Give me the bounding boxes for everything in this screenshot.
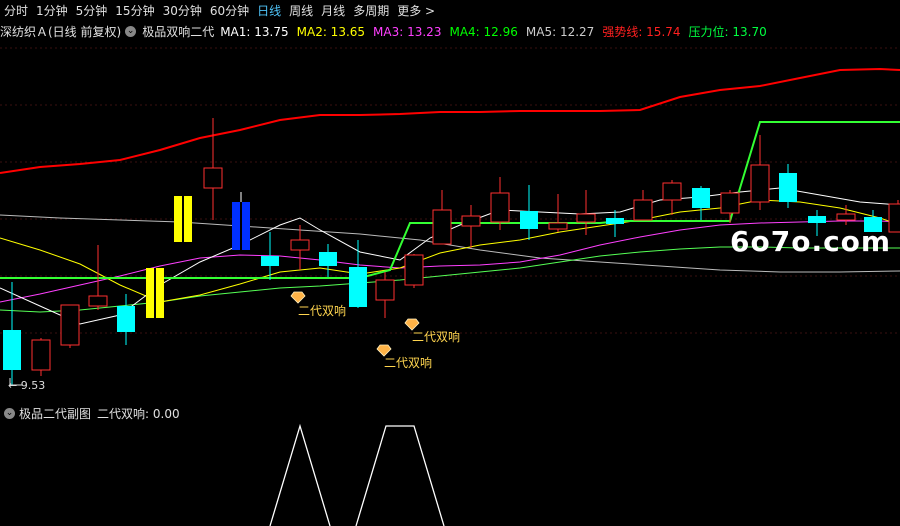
low-price-label: ← 9.53 <box>8 379 46 392</box>
candle-body <box>576 213 596 223</box>
signal-spike <box>269 423 331 526</box>
candle-body <box>290 239 310 251</box>
indicator-info-bar: 深纺织Ａ(日线 前复权) ⌄ 极品双响二代 MA1: 13.75 MA2: 13.… <box>0 22 900 40</box>
candle-body <box>203 167 223 189</box>
tab-7[interactable]: 周线 <box>285 2 317 19</box>
indicator-values: MA1: 13.75 MA2: 13.65 MA3: 13.23 MA4: 12.96… <box>220 23 775 40</box>
indicator-value-6: 压力位: 13.70 <box>688 24 767 39</box>
low-price-value: 9.53 <box>20 379 46 392</box>
candlestick-chart[interactable] <box>0 40 900 402</box>
candle-body <box>404 254 424 286</box>
candle-body <box>606 218 624 224</box>
indicator-value-1: MA2: 13.65 <box>296 24 366 39</box>
candle-body <box>3 330 21 370</box>
indicator-value-4: MA5: 12.27 <box>525 24 595 39</box>
tab-0[interactable]: 分时 <box>0 2 32 19</box>
candle-body <box>548 222 568 230</box>
indicator-value-0: MA1: 13.75 <box>220 24 289 39</box>
tab-8[interactable]: 月线 <box>317 2 349 19</box>
candle-body <box>31 339 51 371</box>
tab-3[interactable]: 15分钟 <box>111 2 158 19</box>
tab-4[interactable]: 30分钟 <box>159 2 206 19</box>
tab-2[interactable]: 5分钟 <box>72 2 112 19</box>
signal-label: 二代双响 <box>412 330 461 344</box>
indicator-value-2: MA3: 13.23 <box>373 24 442 39</box>
candle-body <box>432 209 452 245</box>
candle-body <box>662 182 682 201</box>
candle-body <box>692 188 710 208</box>
sub-chart[interactable] <box>0 422 900 526</box>
candle-body <box>720 192 740 214</box>
candle-body <box>88 295 108 307</box>
candle-body <box>808 216 826 223</box>
candle-body <box>261 256 279 266</box>
indicator-value-3: MA4: 12.96 <box>449 24 518 39</box>
candle-body <box>117 306 135 332</box>
candle-stripe <box>154 268 156 318</box>
candle-body <box>490 192 510 223</box>
tab-10[interactable]: 更多 > <box>393 2 439 19</box>
signal-label: 二代双响 <box>384 356 433 370</box>
indicator-name: 极品双响二代 <box>142 24 215 39</box>
tab-9[interactable]: 多周期 <box>349 2 393 19</box>
candle-body <box>779 173 797 202</box>
settings-circle-icon[interactable]: ⌄ <box>4 407 15 419</box>
candle-body <box>750 164 770 203</box>
candle-body <box>633 199 653 221</box>
tab-1[interactable]: 1分钟 <box>32 2 72 19</box>
sub-chart-value: 二代双响: 0.00 <box>97 406 180 421</box>
candle-body <box>349 267 367 307</box>
candle-stripe <box>182 196 184 242</box>
period-tabs: 分时 1分钟 5分钟 15分钟 30分钟 60分钟 日线 周线 月线 多周期 更多 > <box>0 0 900 21</box>
signal-spike <box>355 425 445 526</box>
settings-circle-icon[interactable]: ⌄ <box>125 25 137 37</box>
signal-label: 二代双响 <box>298 304 347 318</box>
candle-body <box>461 215 481 227</box>
sub-chart-title: 极品二代副图 <box>19 406 92 421</box>
tab-6[interactable]: 日线 <box>253 2 285 19</box>
sub-chart-info-bar: ⌄ 极品二代副图 二代双响: 0.00 <box>0 404 900 422</box>
watermark: 6o7o.com <box>730 225 892 258</box>
candle-stripe <box>240 202 242 250</box>
stock-title: 深纺织Ａ(日线 前复权) <box>0 24 122 39</box>
candle-body <box>836 213 856 221</box>
candle-body <box>319 252 337 266</box>
candle-body <box>520 211 538 229</box>
candle-body <box>60 304 80 346</box>
indicator-value-5: 强势线: 15.74 <box>602 24 681 39</box>
tab-5[interactable]: 60分钟 <box>206 2 253 19</box>
candle-body <box>375 279 395 301</box>
